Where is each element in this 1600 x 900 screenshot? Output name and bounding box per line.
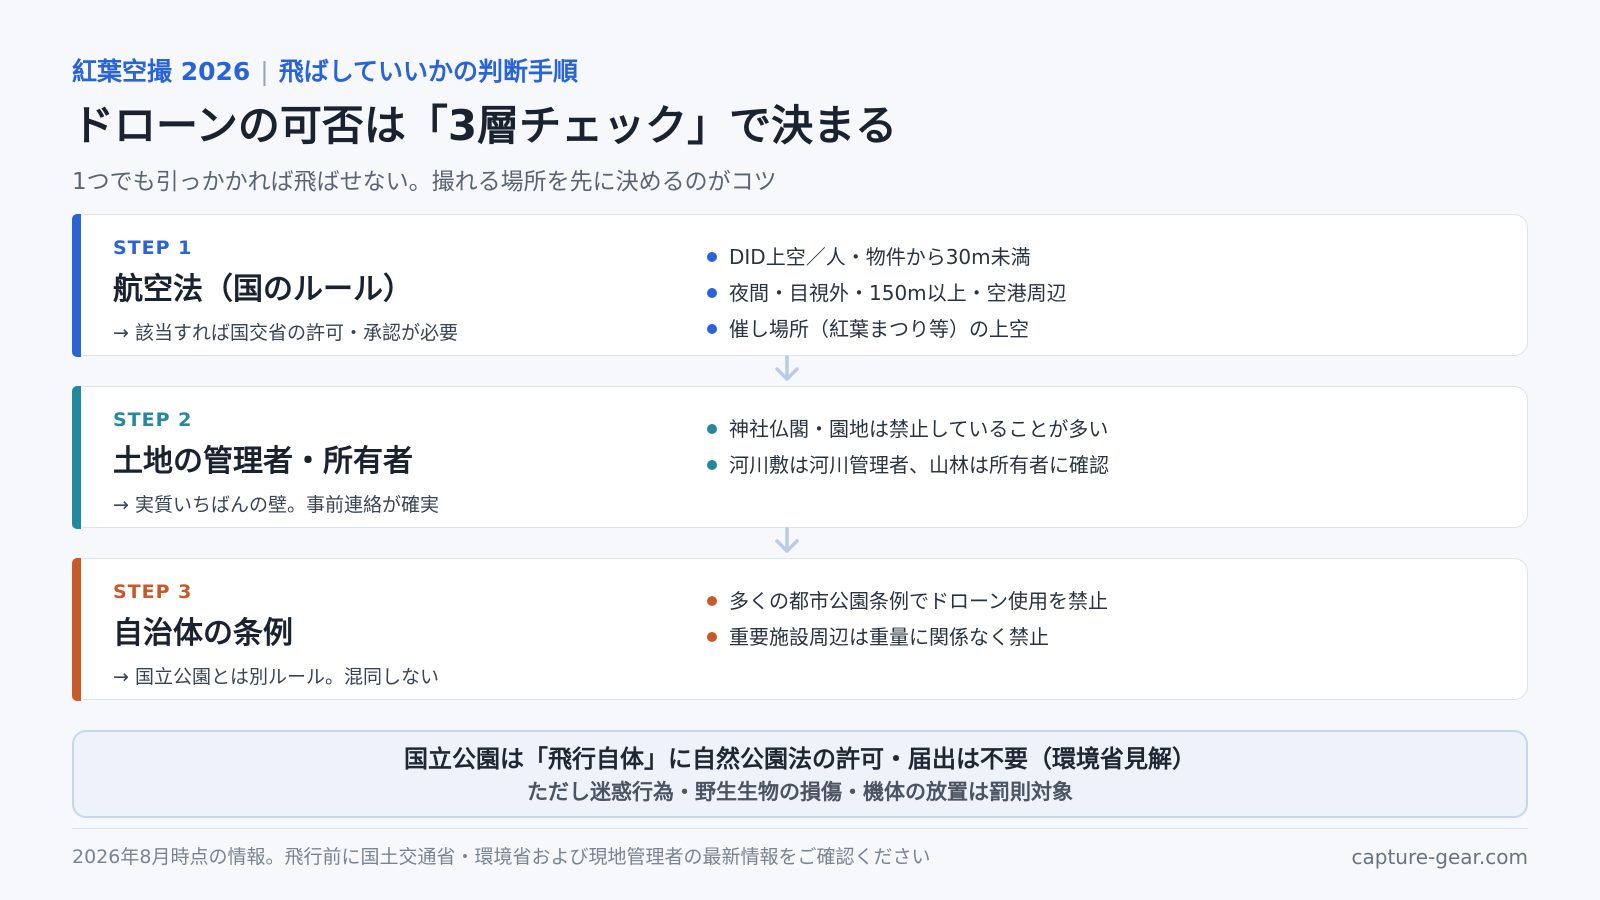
step-card-3: STEP 3 自治体の条例 → 国立公園とは別ルール。混同しない 多くの都市公園… bbox=[71, 557, 1528, 701]
step-label: STEP 3 bbox=[113, 581, 193, 603]
step-accent-bar bbox=[71, 557, 81, 701]
step-point-text: 催し場所（紅葉まつり等）の上空 bbox=[729, 317, 1029, 341]
step-point: 多くの都市公園条例でドローン使用を禁止 bbox=[707, 583, 1497, 619]
step-point-text: 神社仏閣・園地は禁止していることが多い bbox=[729, 417, 1109, 441]
step-accent-bar bbox=[71, 213, 81, 357]
step-summary: STEP 2 土地の管理者・所有者 → 実質いちばんの壁。事前連絡が確実 bbox=[113, 405, 693, 521]
page-title: ドローンの可否は「3層チェック」で決まる bbox=[72, 101, 898, 150]
chevron-down-arrow-icon bbox=[775, 527, 799, 553]
dot-icon bbox=[707, 596, 717, 606]
step-heading: 自治体の条例 bbox=[113, 616, 293, 651]
step-points: DID上空／人・物件から30m未満 夜間・目視外・150m以上・空港周辺 催し場… bbox=[707, 239, 1497, 347]
step-label: STEP 2 bbox=[113, 409, 193, 431]
step-point: DID上空／人・物件から30m未満 bbox=[707, 239, 1497, 275]
step-point: 夜間・目視外・150m以上・空港周辺 bbox=[707, 275, 1497, 311]
step-summary: STEP 3 自治体の条例 → 国立公園とは別ルール。混同しない bbox=[113, 577, 693, 693]
step-point: 重要施設周辺は重量に関係なく禁止 bbox=[707, 619, 1497, 655]
step-point: 催し場所（紅葉まつり等）の上空 bbox=[707, 311, 1497, 347]
callout-sub: ただし迷惑行為・野生生物の損傷・機体の放置は罰則対象 bbox=[527, 780, 1073, 804]
dot-icon bbox=[707, 632, 717, 642]
kicker-topic: 飛ばしていいかの判断手順 bbox=[278, 57, 578, 86]
callout-main: 国立公園は「飛行自体」に自然公園法の許可・届出は不要（環境省見解） bbox=[404, 745, 1196, 773]
step-point-text: 重要施設周辺は重量に関係なく禁止 bbox=[729, 625, 1049, 649]
step-points: 多くの都市公園条例でドローン使用を禁止 重要施設周辺は重量に関係なく禁止 bbox=[707, 583, 1497, 655]
step-label: STEP 1 bbox=[113, 237, 193, 259]
step-list: STEP 1 航空法（国のルール） → 該当すれば国交省の許可・承認が必要 DI… bbox=[71, 213, 1528, 701]
footer-divider bbox=[72, 828, 1528, 829]
step-card-2: STEP 2 土地の管理者・所有者 → 実質いちばんの壁。事前連絡が確実 神社仏… bbox=[71, 385, 1528, 529]
page-subtitle: 1つでも引っかかれば飛ばせない。撮れる場所を先に決めるのがコツ bbox=[72, 169, 777, 195]
step-heading: 土地の管理者・所有者 bbox=[113, 444, 413, 479]
footer-disclaimer: 2026年8月時点の情報。飛行前に国土交通省・環境省および現地管理者の最新情報を… bbox=[72, 846, 931, 868]
step-card-1: STEP 1 航空法（国のルール） → 該当すれば国交省の許可・承認が必要 DI… bbox=[71, 213, 1528, 357]
step-point-text: 河川敷は河川管理者、山林は所有者に確認 bbox=[729, 453, 1109, 477]
step-note: → 国立公園とは別ルール。混同しない bbox=[113, 666, 439, 688]
kicker: 紅葉空撮 2026 | 飛ばしていいかの判断手順 bbox=[72, 54, 1528, 90]
step-accent-bar bbox=[71, 385, 81, 529]
step-point-text: 夜間・目視外・150m以上・空港周辺 bbox=[729, 281, 1067, 305]
national-park-callout: 国立公園は「飛行自体」に自然公園法の許可・届出は不要（環境省見解） ただし迷惑行… bbox=[72, 730, 1528, 818]
step-point-text: DID上空／人・物件から30m未満 bbox=[729, 245, 1031, 269]
step-summary: STEP 1 航空法（国のルール） → 該当すれば国交省の許可・承認が必要 bbox=[113, 233, 693, 349]
step-note: → 実質いちばんの壁。事前連絡が確実 bbox=[113, 494, 439, 516]
step-point: 神社仏閣・園地は禁止していることが多い bbox=[707, 411, 1497, 447]
chevron-down-arrow-icon bbox=[775, 355, 799, 381]
kicker-series: 紅葉空撮 2026 bbox=[72, 57, 251, 86]
step-note: → 該当すれば国交省の許可・承認が必要 bbox=[113, 322, 458, 344]
kicker-separator: | bbox=[260, 57, 269, 86]
footer: 2026年8月時点の情報。飛行前に国土交通省・環境省および現地管理者の最新情報を… bbox=[72, 841, 1528, 873]
step-point: 河川敷は河川管理者、山林は所有者に確認 bbox=[707, 447, 1497, 483]
footer-site-link[interactable]: capture-gear.com bbox=[1352, 841, 1528, 873]
step-points: 神社仏閣・園地は禁止していることが多い 河川敷は河川管理者、山林は所有者に確認 bbox=[707, 411, 1497, 483]
dot-icon bbox=[707, 252, 717, 262]
step-point-text: 多くの都市公園条例でドローン使用を禁止 bbox=[729, 589, 1108, 613]
dot-icon bbox=[707, 460, 717, 470]
infographic: 紅葉空撮 2026 | 飛ばしていいかの判断手順 ドローンの可否は「3層チェック」で… bbox=[71, 54, 1528, 873]
step-heading: 航空法（国のルール） bbox=[113, 272, 413, 307]
dot-icon bbox=[707, 324, 717, 334]
dot-icon bbox=[707, 288, 717, 298]
dot-icon bbox=[707, 424, 717, 434]
